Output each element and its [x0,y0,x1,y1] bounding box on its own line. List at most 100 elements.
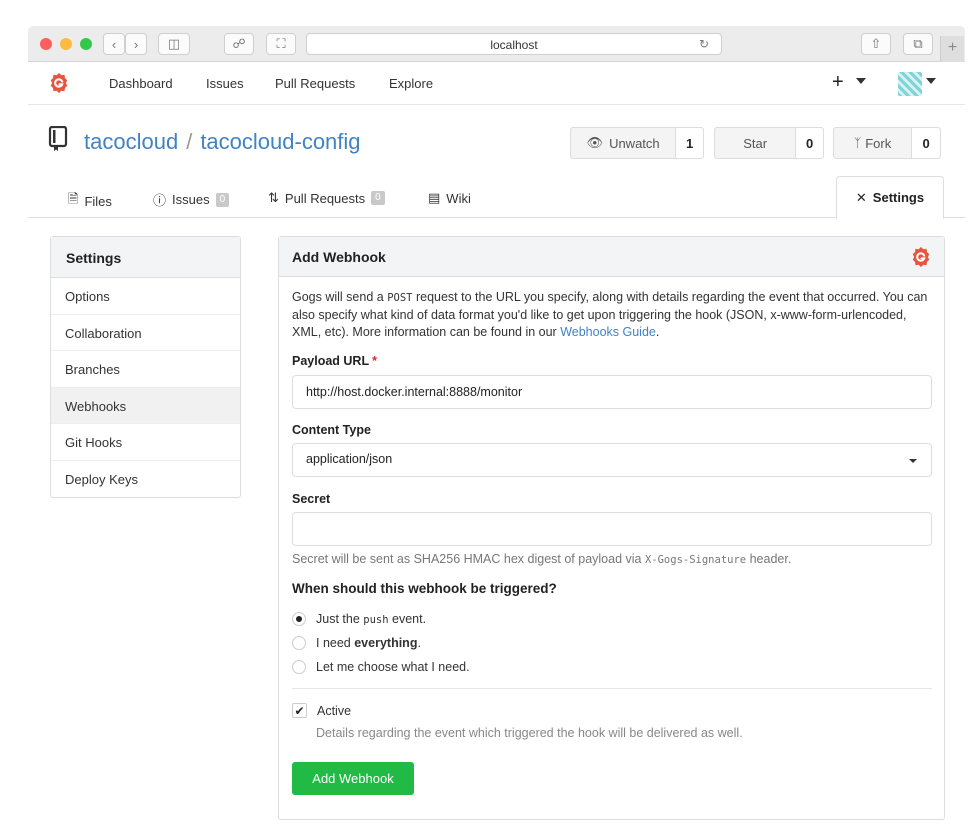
radio-everything-dot[interactable] [292,636,306,650]
webhooks-guide-link[interactable]: Webhooks Guide [560,325,656,339]
tab-pull-requests[interactable]: ⇅ Pull Requests 0 [268,190,385,206]
add-webhook-button[interactable]: Add Webhook [292,762,414,795]
secret-help-text-1: Secret will be sent as SHA256 HMAC hex d… [292,552,645,566]
tab-settings[interactable]: ✕ Settings [836,176,944,219]
payload-url-input[interactable] [292,375,932,409]
create-dropdown-caret-icon[interactable] [856,78,866,84]
webhook-description: Gogs will send a POST request to the URL… [292,289,937,341]
url-text: localhost [490,38,538,52]
desc-text-3: . [655,325,660,339]
sidebar-item-webhooks[interactable]: Webhooks [51,387,240,424]
forward-icon[interactable]: › [125,33,147,55]
desc-post-code: POST [387,292,413,304]
issue-icon: ⓘ [153,193,167,208]
tab-pull-requests-label: Pull Requests [284,190,366,206]
radio-everything-text-2: . [417,636,421,650]
fork-button[interactable]: ᛉ Fork [834,128,913,158]
wiki-icon: ▤ [428,190,441,205]
radio-choose-events[interactable]: Let me choose what I need. [292,660,470,674]
star-button-group: Star 0 [714,127,824,159]
browser-toolbar: ‹ › ◫ ☍ ⛶ localhost ↻ ⇧ ⧉ [28,26,965,62]
sidebar-item-branches[interactable]: Branches [51,351,240,388]
sidebar-item-options[interactable]: Options [51,278,240,315]
sidebar-item-git-hooks[interactable]: Git Hooks [51,424,240,461]
gogs-webhook-icon [912,246,930,268]
repo-book-icon [48,126,68,151]
minimize-window-button[interactable] [60,38,72,50]
user-dropdown-caret-icon[interactable] [926,78,936,84]
gogs-logo-icon[interactable] [48,72,70,94]
active-checkbox-row[interactable]: ✔ Active [292,703,351,718]
issues-count-badge: 0 [215,192,230,207]
unwatch-button[interactable]: 👁 Unwatch [571,128,677,158]
content-type-select[interactable]: application/json [292,443,932,477]
sidebar-item-collaboration[interactable]: Collaboration [51,315,240,351]
fork-label: Fork [865,135,892,151]
fork-icon: ᛉ [854,136,862,150]
secret-help-text-2: header. [746,552,792,566]
tab-files-label: Files [84,193,112,209]
close-window-button[interactable] [40,38,52,50]
pull-requests-count-badge: 0 [371,191,385,205]
fork-count[interactable]: 0 [912,128,940,158]
required-asterisk: * [372,354,377,368]
pull-request-icon: ⇅ [268,190,279,205]
radio-everything-label: I need everything. [316,636,421,650]
active-checkbox[interactable]: ✔ [292,703,307,718]
reader-icon[interactable]: ⛶ [266,33,296,55]
payload-url-label-text: Payload URL [292,354,370,368]
file-icon: 🗎 [68,191,79,206]
active-help: Details regarding the event which trigge… [316,726,743,740]
repo-title: tacocloud / tacocloud-config [84,129,361,155]
tab-settings-label: Settings [872,190,925,205]
nav-issues[interactable]: Issues [206,76,244,91]
secret-help-code: X-Gogs-Signature [644,554,747,566]
sidebar-item-deploy-keys[interactable]: Deploy Keys [51,461,240,498]
payload-url-label: Payload URL * [292,354,377,368]
radio-push-only[interactable]: Just the push event. [292,612,426,626]
reload-icon[interactable]: ↻ [699,37,709,51]
trigger-question: When should this webhook be triggered? [292,581,557,596]
watch-count[interactable]: 1 [676,128,703,158]
tab-files[interactable]: 🗎 Files [68,190,112,212]
user-avatar[interactable] [898,72,922,96]
repo-tabs: 🗎 Files ⓘ Issues 0 ⇅ Pull Requests 0 ▤ W… [28,176,965,219]
zoom-window-button[interactable] [80,38,92,50]
repo-title-separator: / [186,129,193,154]
star-label: Star [743,135,768,151]
tab-wiki[interactable]: ▤ Wiki [428,190,471,206]
radio-push-dot[interactable] [292,612,306,626]
nav-explore[interactable]: Explore [389,76,433,91]
add-webhook-panel: Add Webhook Gogs will send a POST reques… [278,236,945,820]
fork-button-group: ᛉ Fork 0 [833,127,941,159]
new-tab-icon[interactable]: + [940,36,964,62]
address-bar[interactable]: localhost ↻ [306,33,722,55]
repo-owner-link[interactable]: tacocloud [84,129,178,154]
unwatch-label: Unwatch [609,135,660,151]
nav-dashboard[interactable]: Dashboard [109,76,173,91]
dropdown-caret-icon [909,459,917,463]
content-type-value: application/json [306,452,393,466]
tab-issues[interactable]: ⓘ Issues 0 [153,190,230,209]
content-type-label: Content Type [292,423,371,437]
secret-help: Secret will be sent as SHA256 HMAC hex d… [292,552,791,566]
back-icon[interactable]: ‹ [103,33,125,55]
tab-wiki-label: Wiki [446,190,471,206]
panel-header: Add Webhook [279,237,944,277]
repo-name-link[interactable]: tacocloud-config [200,129,360,154]
tabs-overview-icon[interactable]: ⧉ [903,33,933,55]
star-button[interactable]: Star [715,128,797,158]
secret-input[interactable] [292,512,932,546]
radio-everything[interactable]: I need everything. [292,636,421,650]
watch-button-group: 👁 Unwatch 1 [570,127,704,159]
create-new-button[interactable]: + [832,71,844,94]
sidebar-toggle-icon[interactable]: ◫ [158,33,190,55]
eye-icon: 👁 [586,135,604,150]
nav-pull-requests[interactable]: Pull Requests [275,76,355,91]
desc-text-1: Gogs will send a [292,290,388,304]
privacy-icon[interactable]: ☍ [224,33,254,55]
star-count[interactable]: 0 [796,128,823,158]
radio-choose-dot[interactable] [292,660,306,674]
share-icon[interactable]: ⇧ [861,33,891,55]
settings-sidebar: Settings Options Collaboration Branches … [50,236,241,498]
